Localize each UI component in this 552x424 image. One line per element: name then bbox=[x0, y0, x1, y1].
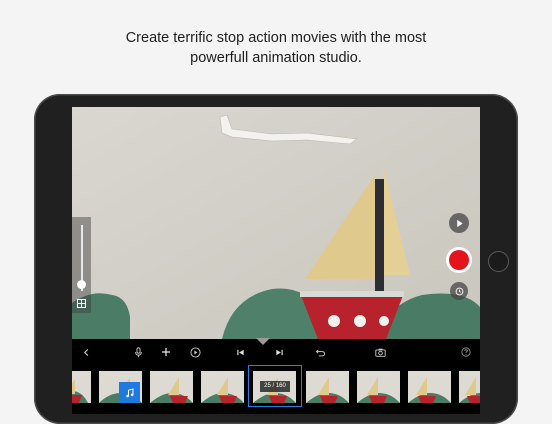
undo-icon bbox=[315, 349, 325, 356]
play-icon bbox=[456, 219, 463, 227]
skip-to-start-icon bbox=[236, 349, 244, 355]
help-icon bbox=[461, 347, 471, 357]
zoom-slider[interactable] bbox=[72, 217, 91, 313]
playhead-marker bbox=[256, 338, 270, 345]
add-icon bbox=[162, 348, 170, 356]
promo-caption: Create terrific stop action movies with … bbox=[0, 28, 552, 68]
play-circle-icon bbox=[189, 346, 201, 358]
app-screen: 25 / 160 bbox=[72, 107, 480, 414]
editor-toolbar bbox=[72, 339, 480, 365]
add-button[interactable] bbox=[157, 343, 175, 361]
mast bbox=[375, 179, 384, 297]
frame-thumbnail bbox=[72, 371, 91, 403]
selected-frame-outline bbox=[248, 365, 302, 407]
caption-line-1: Create terrific stop action movies with … bbox=[125, 30, 427, 46]
help-button[interactable] bbox=[457, 343, 475, 361]
boat-hull bbox=[300, 293, 404, 339]
filmstrip[interactable]: 25 / 160 bbox=[72, 365, 480, 414]
timer-button[interactable] bbox=[450, 282, 468, 300]
microphone-icon bbox=[134, 346, 142, 357]
film-frame[interactable] bbox=[150, 371, 193, 403]
film-frame[interactable] bbox=[306, 371, 349, 403]
film-frame[interactable] bbox=[408, 371, 451, 403]
camera-preview bbox=[72, 107, 480, 339]
grid-icon[interactable] bbox=[77, 299, 86, 308]
porthole-2 bbox=[354, 315, 366, 327]
camera-button[interactable] bbox=[371, 343, 389, 361]
play-button[interactable] bbox=[449, 213, 469, 233]
frame-thumbnail bbox=[306, 371, 349, 403]
skip-to-end-button[interactable] bbox=[270, 343, 288, 361]
film-frame[interactable] bbox=[201, 371, 244, 403]
music-note-icon bbox=[125, 387, 133, 397]
frame-thumbnail bbox=[201, 371, 244, 403]
porthole-3 bbox=[379, 316, 389, 326]
zoom-knob[interactable] bbox=[77, 280, 86, 290]
preview-button[interactable] bbox=[186, 343, 204, 361]
film-frame[interactable] bbox=[357, 371, 400, 403]
camera-icon bbox=[374, 348, 386, 357]
film-frame[interactable] bbox=[99, 371, 142, 403]
frame-thumbnail bbox=[459, 371, 480, 403]
film-frame[interactable] bbox=[72, 371, 91, 403]
skip-to-end-icon bbox=[275, 349, 283, 355]
skip-to-start-button[interactable] bbox=[231, 343, 249, 361]
music-track-badge[interactable] bbox=[119, 382, 140, 403]
back-icon bbox=[83, 348, 88, 356]
undo-button[interactable] bbox=[311, 343, 329, 361]
film-frame[interactable] bbox=[459, 371, 480, 403]
timer-icon bbox=[455, 287, 463, 295]
back-button[interactable] bbox=[77, 343, 95, 361]
frame-thumbnail bbox=[408, 371, 451, 403]
record-dot bbox=[449, 250, 469, 270]
frame-thumbnail bbox=[150, 371, 193, 403]
home-button bbox=[488, 251, 509, 272]
capture-button[interactable] bbox=[446, 247, 472, 273]
porthole-1 bbox=[328, 315, 340, 327]
frame-thumbnail bbox=[357, 371, 400, 403]
audio-record-button[interactable] bbox=[129, 343, 147, 361]
caption-line-2: powerfull animation studio. bbox=[190, 50, 362, 66]
hull-stripe bbox=[300, 291, 404, 297]
